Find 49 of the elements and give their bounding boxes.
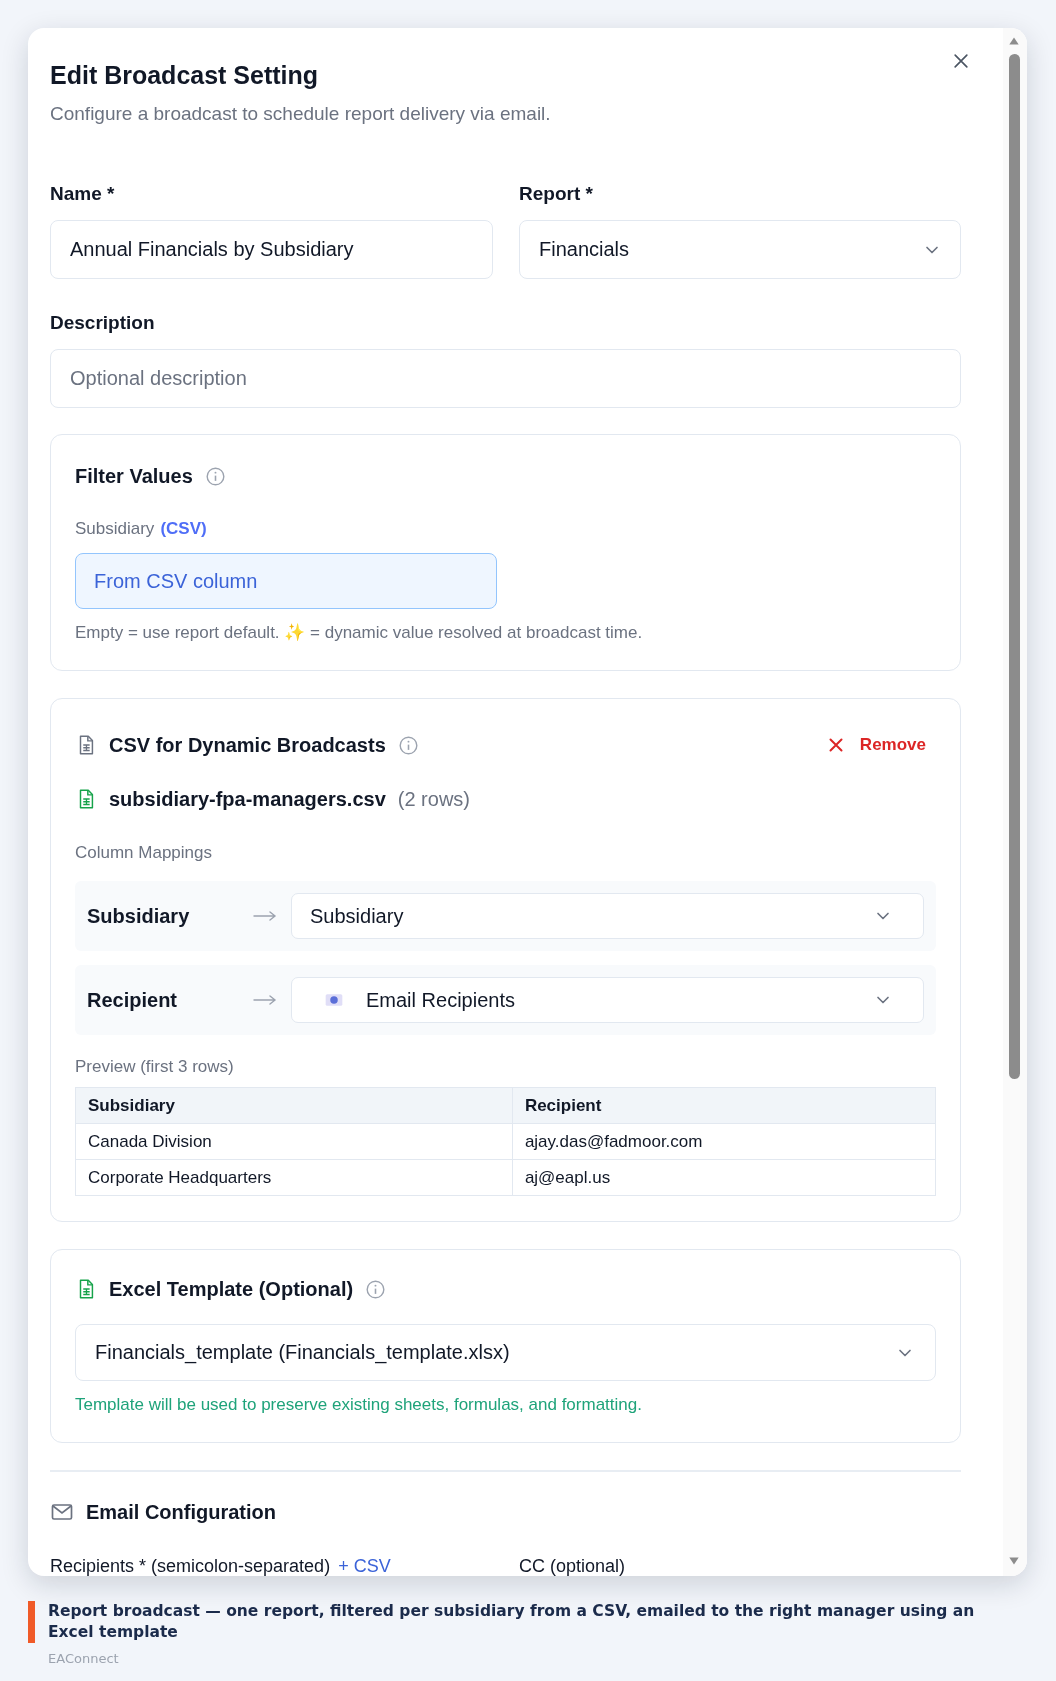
field-label: Name * (50, 183, 116, 205)
field-label: Subsidiary (75, 519, 155, 539)
field-label: CC (optional) (519, 1555, 626, 1576)
remove-button[interactable]: Remove (824, 734, 936, 756)
mapping-source: Recipient (87, 988, 179, 1012)
dropdown[interactable]: Email Recipients (291, 977, 924, 1023)
csv-link[interactable]: + CSV (338, 1555, 391, 1576)
info-icon (204, 465, 226, 487)
table-cell: Corporate Headquarters (75, 1159, 513, 1196)
info-icon (365, 1278, 387, 1300)
column-header: Subsidiary (75, 1087, 513, 1124)
field-label: Description (50, 312, 156, 334)
section-title: Filter Values (75, 464, 193, 488)
section-title: Excel Template (Optional) (109, 1277, 354, 1301)
close-button[interactable] (951, 51, 971, 71)
info-icon (397, 734, 419, 756)
close-icon (951, 51, 971, 71)
text-field[interactable]: Optional description (50, 349, 961, 408)
file-name: subsidiary-fpa-managers.csv (109, 787, 386, 811)
dialog-title: Edit Broadcast Setting (50, 60, 319, 90)
dropdown[interactable]: Financials_template (Financials_template.xlsx) (75, 1324, 936, 1381)
source-label: EAConnect (48, 1651, 120, 1666)
text-field[interactable]: Annual Financials by Subsidiary (50, 220, 493, 279)
mapping-source: Subsidiary (87, 904, 191, 928)
help-text: Empty = use report default. ✨ = dynamic value resolved at broadcast time. (75, 623, 644, 643)
dropdown-value: Financials_template (Financials_template.xlsx) (95, 1341, 510, 1364)
accent-bar (28, 1601, 35, 1643)
field-label: Report * (519, 183, 594, 205)
table-cell: ajay.das@fadmoor.com (512, 1123, 936, 1160)
section-title: CSV for Dynamic Broadcasts (109, 733, 386, 757)
scrollbar-thumb[interactable] (1008, 54, 1020, 1079)
row-count: (2 rows) (397, 787, 470, 811)
csv-tag: (CSV) (160, 519, 207, 539)
section-label: Preview (first 3 rows) (75, 1057, 235, 1077)
dropdown-value: Subsidiary (310, 904, 405, 928)
dropdown[interactable]: Subsidiary (291, 893, 924, 939)
input-field[interactable]: From CSV column (75, 553, 497, 609)
section-title: Email Configuration (86, 1500, 276, 1524)
field-label: Recipients * (semicolon-separated) (50, 1555, 331, 1576)
column-header: Recipient (512, 1087, 936, 1124)
section-label: Column Mappings (75, 843, 213, 863)
table-cell: aj@eapl.us (512, 1159, 936, 1196)
help-text: Template will be used to preserve existing sheets, formulas, and formatting. (75, 1395, 643, 1415)
table-cell: Canada Division (75, 1123, 513, 1160)
caption-text: Report broadcast — one report, filtered per subsidiary from a CSV, emailed to the right manager using an Excel template (48, 1601, 976, 1643)
dialog-subtitle: Configure a broadcast to schedule report delivery via email. (50, 103, 552, 125)
dropdown[interactable]: Financials (519, 220, 961, 279)
dropdown-value: Email Recipients (366, 988, 516, 1012)
dropdown-value: Financials (539, 238, 630, 261)
